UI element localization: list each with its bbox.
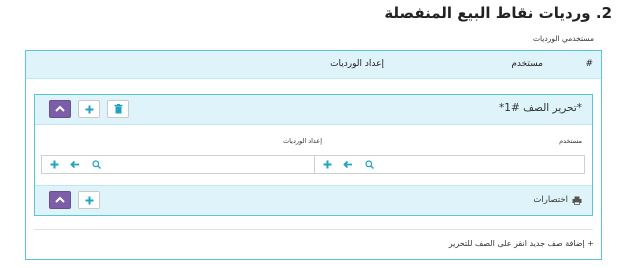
collapse-footer-button[interactable] [49,191,71,209]
header-hash: # [585,59,593,69]
insert-row-button[interactable] [78,100,100,118]
add-user-button[interactable] [321,158,333,170]
search-shift-setting-button[interactable] [90,158,102,170]
arrow-left-icon [343,160,352,168]
add-shift-setting-button[interactable] [48,158,60,170]
edit-row-header: *تحرير الصف #1* [35,95,592,125]
user-field[interactable] [315,155,585,174]
column-label-shift-settings: إعداد الورديات [283,137,322,145]
open-user-link-button[interactable] [342,158,354,170]
trash-icon [114,104,122,114]
table-header: # مستخدم إعداد الورديات [26,51,601,79]
plus-icon [323,160,331,168]
header-shift-settings: إعداد الورديات [330,59,384,69]
search-icon [91,159,101,169]
shift-settings-field[interactable] [41,155,315,174]
search-icon [364,159,374,169]
search-user-button[interactable] [363,158,375,170]
edit-row-title: *تحرير الصف #1* [499,102,582,114]
open-link-button[interactable] [69,158,81,170]
column-label-user: مستخدم [559,137,582,145]
add-row-link[interactable]: + إضافة صف جديد انقر على الصف للتحرير [449,239,594,248]
chevron-up-icon [55,105,65,112]
arrow-left-icon [70,160,79,168]
divider [34,229,593,230]
plus-icon [85,105,93,113]
shift-users-table: # مستخدم إعداد الورديات *تحرير الصف #1* … [25,50,602,260]
section-label: مستخدمي الورديات [532,34,594,43]
insert-below-button[interactable] [78,191,100,209]
shortcuts-label: اختصارات [533,195,568,205]
chevron-up-icon [55,196,65,203]
printer-icon [572,196,582,205]
plus-icon [85,196,93,204]
header-user: مستخدم [511,59,543,69]
plus-icon [50,160,58,168]
page-title: 2. ورديات نقاط البيع المنفصلة [384,4,612,22]
edit-row-panel: *تحرير الصف #1* مستخدم إعداد الورديات اخ… [34,94,593,216]
shortcuts-link[interactable]: اختصارات [533,195,582,205]
edit-row-footer: اختصارات [35,185,592,215]
delete-row-button[interactable] [107,100,129,118]
collapse-button[interactable] [49,100,71,118]
